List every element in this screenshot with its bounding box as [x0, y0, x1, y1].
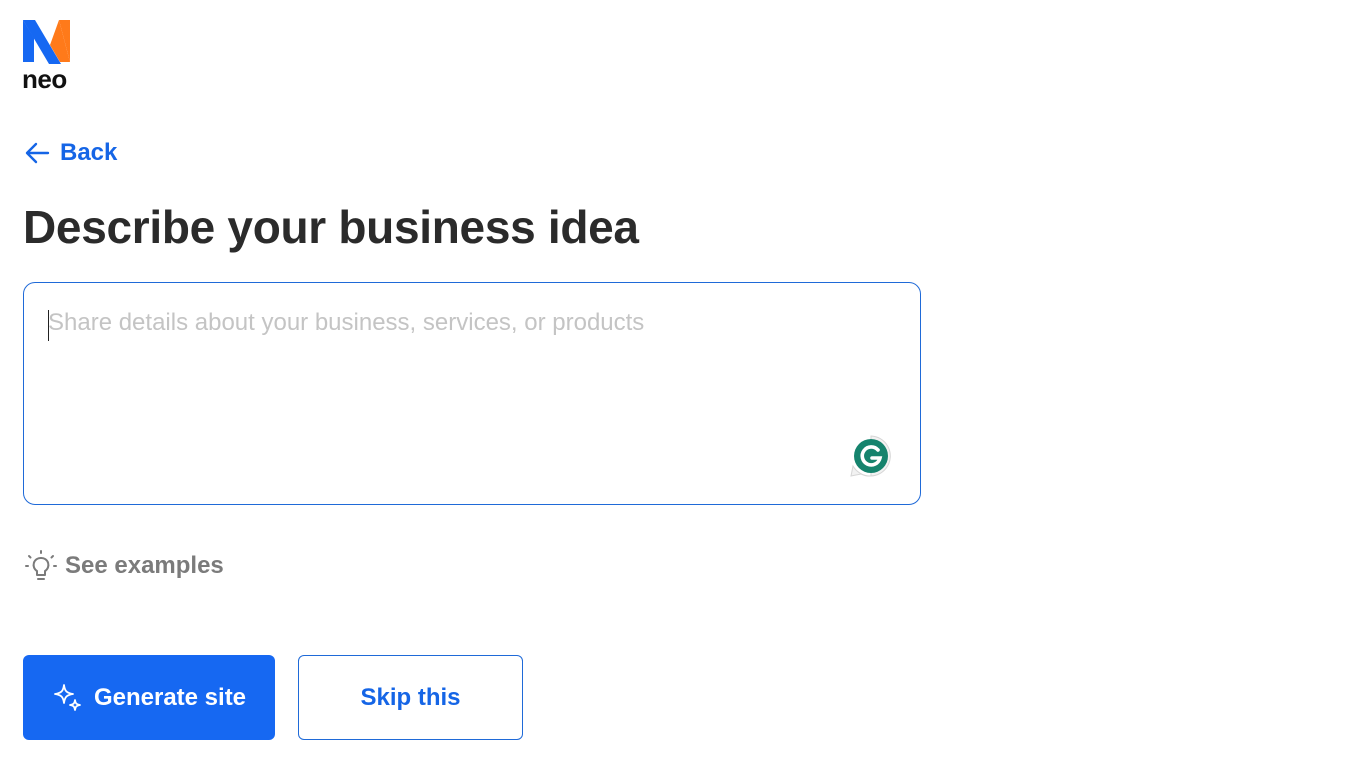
generate-site-label: Generate site — [93, 683, 247, 711]
neo-logo-icon — [23, 20, 70, 64]
neo-logo[interactable]: neo — [22, 18, 78, 94]
back-label: Back — [60, 139, 118, 166]
see-examples[interactable]: See examples — [24, 549, 224, 583]
business-idea-field[interactable] — [23, 282, 921, 505]
back-link[interactable]: Back — [24, 139, 117, 167]
page-title: Describe your business idea — [23, 201, 639, 253]
sparkle-icon — [54, 683, 81, 711]
page: neo Back Describe your business idea See… — [0, 0, 1358, 758]
business-idea-textarea[interactable] — [48, 309, 868, 459]
generate-site-button[interactable]: Generate site — [23, 655, 275, 740]
skip-this-label: Skip this — [360, 683, 461, 711]
skip-this-button[interactable]: Skip this — [298, 655, 523, 740]
text-caret — [48, 310, 49, 341]
see-examples-label: See examples — [65, 552, 224, 579]
arrow-left-icon — [25, 142, 50, 164]
logo-text: neo — [22, 64, 67, 94]
grammarly-icon[interactable] — [849, 434, 893, 478]
lightbulb-icon — [25, 550, 57, 580]
